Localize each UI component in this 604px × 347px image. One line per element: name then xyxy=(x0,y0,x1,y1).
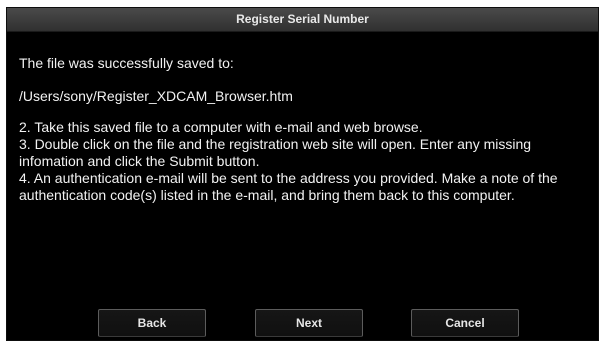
dialog-button-bar: Back Next Cancel xyxy=(7,309,598,340)
instruction-step-2: 2. Take this saved file to a computer wi… xyxy=(19,119,423,135)
saved-file-path: /Users/sony/Register_XDCAM_Browser.htm xyxy=(19,88,293,104)
instruction-step-3: 3. Double click on the file and the regi… xyxy=(19,136,532,169)
dialog-message: The file was successfully saved to: /Use… xyxy=(19,55,589,204)
instruction-steps: 2. Take this saved file to a computer wi… xyxy=(19,119,589,204)
next-button[interactable]: Next xyxy=(255,309,363,337)
dialog-title: Register Serial Number xyxy=(236,12,369,26)
back-button[interactable]: Back xyxy=(98,309,206,337)
dialog-titlebar[interactable]: Register Serial Number xyxy=(7,8,598,32)
saved-to-label: The file was successfully saved to: xyxy=(19,55,234,71)
register-serial-dialog: Register Serial Number The file was succ… xyxy=(6,7,599,341)
instruction-step-4: 4. An authentication e-mail will be sent… xyxy=(19,170,558,203)
cancel-button[interactable]: Cancel xyxy=(411,309,519,337)
